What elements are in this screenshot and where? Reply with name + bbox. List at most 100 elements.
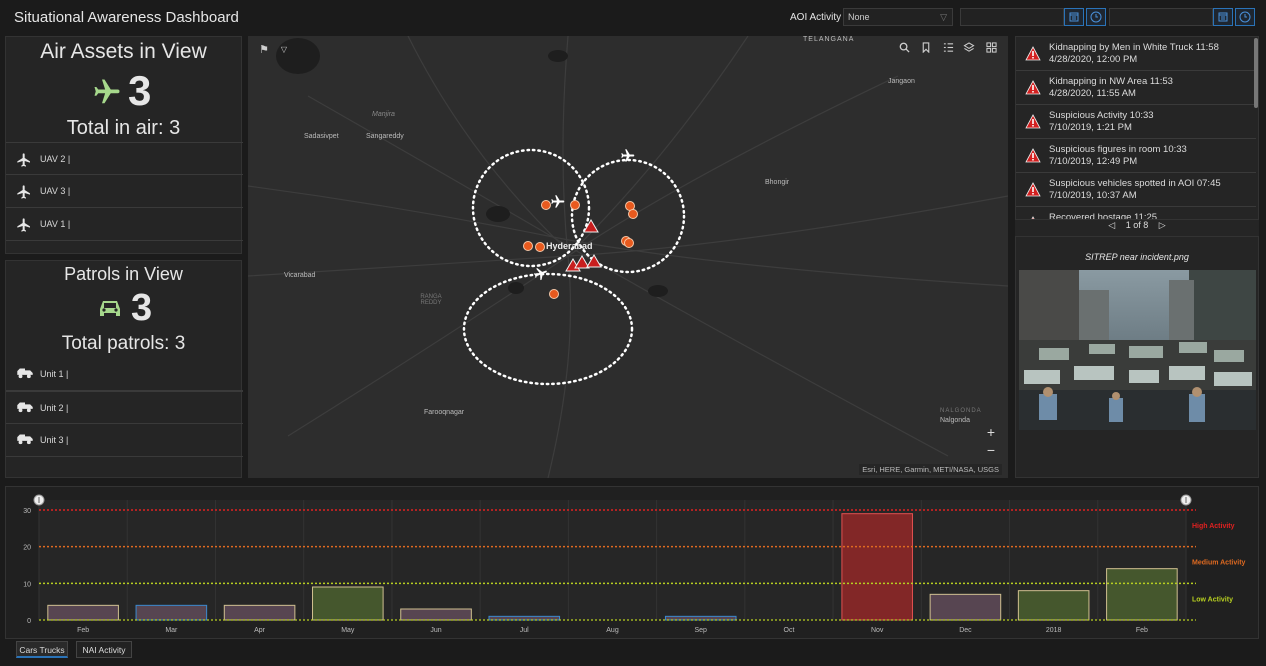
header-bar: Situational Awareness Dashboard AOI Acti…: [0, 0, 1266, 34]
incident-list-scrollbar[interactable]: [1254, 38, 1258, 108]
chart-bar: [400, 608, 472, 621]
x-tick-label: Aug: [606, 627, 619, 634]
threshold-label: Medium Activity: [1192, 560, 1246, 567]
map-label: Sangareddy: [366, 133, 404, 140]
list-item[interactable]: Suspicious Activity 10:33 7/10/2019, 1:2…: [1016, 105, 1256, 139]
airplane-icon: [17, 153, 30, 167]
bookmark-icon[interactable]: [918, 42, 934, 58]
truck-icon: [17, 434, 33, 445]
pagination: ◁ 1 of 8 ▷: [1015, 220, 1259, 236]
chart-bar: [1106, 568, 1178, 621]
list-item[interactable]: Suspicious figures in room 10:33 7/10/20…: [1016, 139, 1256, 173]
map-view[interactable]: TELANGANA Jangaon Sadasivpet Sangareddy …: [248, 36, 1008, 478]
tab-nai-activity[interactable]: NAI Activity: [76, 641, 132, 658]
patrol-label: Unit 1 |: [40, 369, 69, 379]
tab-cars-trucks[interactable]: Cars Trucks: [16, 641, 68, 658]
basemap-gallery-icon[interactable]: [983, 42, 999, 58]
incident-title: Suspicious figures in room 10:33: [1049, 144, 1187, 155]
zoom-in-button[interactable]: +: [982, 424, 1000, 441]
map-label: Sadasivpet: [304, 133, 339, 140]
list-item[interactable]: Suspicious vehicles spotted in AOI 07:45…: [1016, 173, 1256, 207]
incident-title: Kidnapping in NW Area 11:53: [1049, 76, 1173, 87]
map-label: Nalgonda: [940, 417, 970, 424]
patrols-count: 3: [131, 287, 153, 329]
airplane-icon: [17, 185, 30, 199]
threshold-label: Low Activity: [1192, 596, 1233, 603]
air-assets-title: Air Assets in View: [40, 40, 207, 63]
truck-icon: [17, 402, 33, 413]
chevron-down-icon[interactable]: ▽: [276, 42, 292, 58]
air-asset-label: UAV 1 |: [40, 219, 71, 229]
incident-date: 4/28/2020, 12:00 PM: [1049, 54, 1138, 65]
air-assets-panel: Air Assets in View 3 Total in air: 3 UAV…: [5, 36, 243, 254]
clock-icon[interactable]: [1086, 8, 1106, 26]
incident-date: 7/10/2019, 10:37 AM: [1049, 190, 1137, 201]
airplane-icon: [92, 77, 122, 112]
activity-chart[interactable]: 0 10 20 30 Feb Mar Apr May Jun Jul Aug Sep Oct Nov Dec…: [6, 487, 1258, 638]
incident-date: 7/10/2019, 1:21 PM: [1049, 122, 1132, 133]
y-tick-label: 0: [27, 618, 31, 625]
map-label: Bhongir: [765, 179, 790, 186]
map-label: TELANGANA: [803, 36, 855, 43]
map-label: Jangaon: [888, 78, 915, 85]
prev-page-button[interactable]: ◁: [1108, 220, 1115, 230]
zoom-out-button[interactable]: −: [982, 442, 1000, 459]
x-tick-label: Feb: [77, 627, 89, 634]
map-basemap: [248, 36, 1008, 478]
warning-icon: [1025, 148, 1041, 163]
air-assets-total: Total in air: 3: [66, 117, 181, 139]
chart-bar: [312, 586, 384, 621]
x-tick-label: 2018: [1046, 627, 1062, 634]
x-tick-label: Jul: [520, 627, 529, 634]
chart-bar: [929, 593, 1002, 621]
patrols-total: Total patrols: 3: [61, 333, 186, 354]
legend-icon[interactable]: [940, 42, 956, 58]
end-date-input[interactable]: [1109, 8, 1213, 26]
incident-list[interactable]: Kidnapping by Men in White Truck 11:58 4…: [1015, 36, 1259, 220]
attachment-image[interactable]: [1019, 270, 1256, 430]
aoi-activity-label: AOI Activity: [790, 12, 842, 23]
patrol-label: Unit 2 |: [40, 403, 69, 413]
airplane-icon: [17, 218, 30, 232]
x-tick-label: Dec: [959, 627, 972, 634]
list-item[interactable]: Recovered hostage 11:25: [1016, 207, 1256, 219]
y-tick-label: 30: [23, 508, 31, 515]
air-asset-label: UAV 3 |: [40, 186, 71, 196]
incident-title: Suspicious Activity 10:33: [1049, 110, 1154, 121]
aoi-activity-select[interactable]: None ▽: [843, 8, 953, 26]
x-tick-label: Nov: [871, 627, 884, 634]
next-page-button[interactable]: ▷: [1159, 220, 1166, 230]
air-assets-count: 3: [128, 67, 152, 114]
calendar-icon[interactable]: [1213, 8, 1233, 26]
truck-icon: [17, 368, 33, 379]
map-label-district: NALGONDA: [940, 408, 982, 414]
x-tick-label: Mar: [165, 627, 178, 634]
patrol-row[interactable]: Unit 2 |: [6, 391, 243, 424]
patrols-panel: Patrols in View 3 Total patrols: 3 Unit …: [5, 260, 243, 478]
air-asset-label: UAV 2 |: [40, 154, 71, 164]
start-date-input[interactable]: [960, 8, 1064, 26]
map-label-district: RANGA REDDY: [420, 294, 442, 306]
list-item[interactable]: Kidnapping by Men in White Truck 11:58 4…: [1016, 37, 1256, 71]
clock-icon[interactable]: [1235, 8, 1255, 26]
calendar-icon[interactable]: [1064, 8, 1084, 26]
list-item[interactable]: Kidnapping in NW Area 11:53 4/28/2020, 1…: [1016, 71, 1256, 105]
incident-date: 7/10/2019, 12:49 PM: [1049, 156, 1138, 167]
chart-bar: [841, 513, 913, 621]
x-tick-label: May: [341, 627, 355, 634]
map-label-city: Hyderabad: [546, 241, 593, 251]
patrol-row[interactable]: Unit 1 |: [6, 358, 243, 391]
patrol-label: Unit 3 |: [40, 435, 69, 445]
patrol-row[interactable]: Unit 3 |: [6, 424, 243, 457]
search-icon[interactable]: [896, 42, 912, 58]
chevron-down-icon: ▽: [940, 12, 947, 22]
air-asset-row[interactable]: UAV 2 |: [6, 142, 243, 175]
air-asset-row[interactable]: UAV 3 |: [6, 175, 243, 208]
air-asset-row[interactable]: UAV 1 |: [6, 208, 243, 241]
page-indicator: 1 of 8: [1125, 220, 1149, 230]
flag-icon[interactable]: ⚑: [256, 42, 272, 58]
x-tick-label: Apr: [254, 627, 266, 634]
layers-icon[interactable]: [961, 42, 977, 58]
y-tick-label: 20: [23, 545, 31, 552]
activity-chart-panel: 0 10 20 30 Feb Mar Apr May Jun Jul Aug Sep Oct Nov Dec…: [5, 486, 1259, 639]
